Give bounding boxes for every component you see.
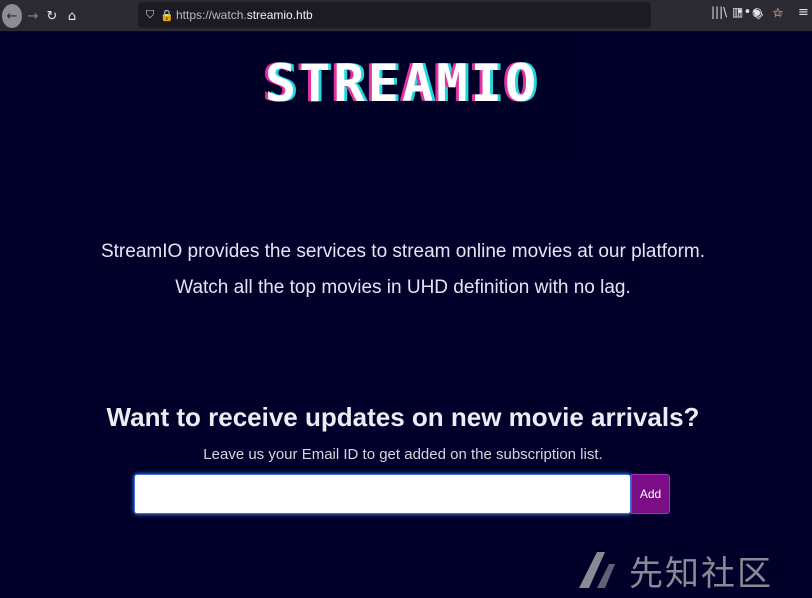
tracking-shield-icon[interactable]: ⛉ <box>143 7 157 23</box>
sidebar-icon[interactable]: ▥ <box>732 5 743 19</box>
url-bar[interactable]: ⛉ 🔒 https://watch.streamio.htb ••• ◇ ☆ <box>138 2 784 28</box>
account-icon[interactable]: ◉ <box>752 5 762 19</box>
hamburger-menu-icon[interactable]: ≡ <box>798 5 809 20</box>
home-icon: ⌂ <box>67 8 77 24</box>
email-input[interactable] <box>134 474 631 514</box>
subscribe-subtext: Leave us your Email ID to get added on t… <box>203 446 603 463</box>
url-host: streamio.htb <box>246 8 313 22</box>
logo-banner: STREAMIO <box>243 46 561 150</box>
intro-line-2: Watch all the top movies in UHD definiti… <box>175 277 631 298</box>
extension-icon[interactable]: ♨ <box>773 5 784 19</box>
browser-toolbar: ← → ↻ ⌂ ⛉ 🔒 https://watch.streamio.htb •… <box>0 0 812 32</box>
reload-button[interactable]: ↻ <box>41 5 63 27</box>
url-prefix: https://watch. <box>176 8 247 22</box>
lock-warning-icon[interactable]: 🔒 <box>160 7 174 23</box>
back-button[interactable]: ← <box>2 4 22 28</box>
watermark-text: 先知社区 <box>629 553 773 594</box>
intro-line-1: StreamIO provides the services to stream… <box>100 241 706 262</box>
library-icon[interactable]: |||\ <box>711 5 727 19</box>
subscribe-heading: Want to receive updates on new movie arr… <box>106 402 700 432</box>
url-text[interactable]: https://watch.streamio.htb <box>176 8 313 22</box>
back-arrow-icon: ← <box>6 8 18 24</box>
reload-icon: ↻ <box>46 8 58 24</box>
xianzhi-logo-icon <box>579 552 615 588</box>
streamio-logo: STREAMIO <box>264 54 540 114</box>
watermark: 先知社区 <box>575 548 800 594</box>
forward-arrow-icon: → <box>27 8 39 24</box>
home-button[interactable]: ⌂ <box>61 5 83 27</box>
add-button[interactable]: Add <box>631 474 670 514</box>
